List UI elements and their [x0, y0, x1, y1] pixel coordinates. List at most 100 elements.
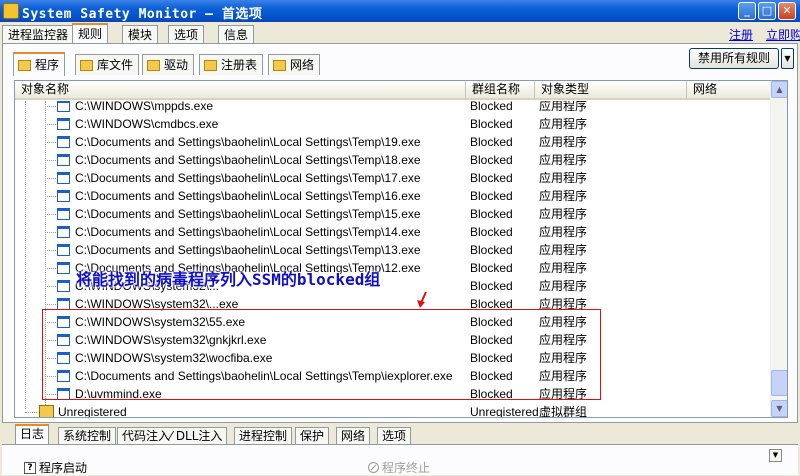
group-name: Blocked — [470, 225, 513, 239]
application-icon — [57, 208, 70, 220]
table-row[interactable]: C:\Documents and Settings\baohelin\Local… — [15, 187, 771, 205]
tab-rules[interactable]: 规则 — [72, 23, 109, 44]
close-button[interactable]: ✕ — [778, 2, 796, 20]
column-network[interactable]: 网络 — [687, 81, 771, 98]
table-row[interactable]: C:\WINDOWS\system32\wocfiba.exe Blocked 应用… — [15, 349, 771, 367]
application-icon — [57, 244, 70, 256]
tab-process-control[interactable]: 进程控制 — [234, 427, 293, 445]
subtab-label: 网络 — [290, 57, 315, 72]
program-start-label: 程序启动 — [39, 461, 88, 475]
column-object-type[interactable]: 对象类型 — [535, 81, 687, 98]
scroll-down-button[interactable]: ▼ — [771, 400, 787, 417]
object-type: 应用程序 — [539, 225, 588, 239]
register-link[interactable]: 注册 — [729, 26, 753, 43]
object-name: C:\Documents and Settings\baohelin\Local… — [75, 243, 421, 257]
tree-branch — [45, 106, 56, 107]
tab-code-injection[interactable]: 代码注入⁄ DLL注入 — [117, 427, 228, 445]
table-row[interactable]: C:\Documents and Settings\baohelin\Local… — [15, 205, 771, 223]
disable-all-rules-button[interactable]: 禁用所有规则 — [689, 48, 779, 69]
application-icon — [57, 370, 70, 382]
table-row[interactable]: D:\uvmmind.exe Blocked 应用程序 — [15, 385, 771, 403]
list-header: 对象名称 群组名称 对象类型 网络 — [15, 81, 771, 100]
application-icon — [57, 172, 70, 184]
application-icon — [57, 262, 70, 274]
table-row[interactable]: C:\Documents and Settings\baohelin\Local… — [15, 241, 771, 259]
application-icon — [57, 298, 70, 310]
program-terminate-filter[interactable]: 程序终止 — [368, 459, 430, 476]
object-type: 虚拟群组 — [539, 405, 588, 418]
application-icon — [57, 334, 70, 346]
tree-branch — [45, 322, 56, 323]
title-bar[interactable]: System Safety Monitor — 首选项 _ □ ✕ — [0, 0, 800, 22]
maximize-button[interactable]: □ — [758, 2, 776, 20]
tree-branch — [45, 340, 56, 341]
table-row[interactable]: C:\WINDOWS\system32\55.exe Blocked 应用程序 — [15, 313, 771, 331]
tree-branch — [45, 394, 56, 395]
tab-modules[interactable]: 模块 — [122, 25, 159, 43]
tab-log-options[interactable]: 选项 — [377, 427, 412, 445]
object-type: 应用程序 — [539, 189, 588, 203]
group-name: Blocked — [470, 171, 513, 185]
application-icon — [57, 190, 70, 202]
object-name: C:\Documents and Settings\baohelin\Local… — [75, 135, 421, 149]
subtab-libraries[interactable]: 库文件 — [75, 54, 140, 75]
group-name: Blocked — [470, 135, 513, 149]
buy-now-link[interactable]: 立即购买 — [766, 26, 800, 43]
subtab-registry[interactable]: 注册表 — [199, 54, 264, 75]
tree-branch — [45, 142, 56, 143]
application-icon — [57, 154, 70, 166]
program-terminate-label: 程序终止 — [382, 461, 431, 475]
table-row[interactable]: C:\WINDOWS\system32\...exe Blocked 应用程序 — [15, 295, 771, 313]
group-name: Blocked — [470, 297, 513, 311]
minimize-button[interactable]: _ — [738, 2, 756, 20]
tab-options[interactable]: 选项 — [168, 25, 205, 43]
object-name: C:\WINDOWS\mppds.exe — [75, 101, 214, 113]
rules-dropdown-button[interactable]: ▼ — [781, 48, 794, 69]
table-row-unregistered[interactable]: Unregistered Unregistered 虚拟群组 — [15, 403, 771, 418]
group-name: Blocked — [470, 101, 513, 113]
column-group-name[interactable]: 群组名称 — [466, 81, 535, 98]
tab-protection[interactable]: 保护 — [295, 427, 330, 445]
table-row[interactable]: C:\Documents and Settings\baohelin\Local… — [15, 133, 771, 151]
tab-network-log[interactable]: 网络 — [336, 427, 371, 445]
object-name: Unregistered — [58, 405, 127, 418]
scroll-up-button[interactable]: ▲ — [771, 81, 787, 98]
object-name: C:\Documents and Settings\baohelin\Local… — [75, 153, 421, 167]
table-row[interactable]: C:\Documents and Settings\baohelin\Local… — [15, 367, 771, 385]
tab-info[interactable]: 信息 — [218, 25, 255, 43]
folder-icon — [204, 59, 217, 71]
object-type: 应用程序 — [539, 333, 588, 347]
group-name: Unregistered — [470, 405, 539, 418]
object-type: 应用程序 — [539, 135, 588, 149]
program-start-filter[interactable]: ? 程序启动 — [24, 459, 87, 476]
rules-list[interactable]: 对象名称 群组名称 对象类型 网络 C:\WINDOWS\mppds.exe Bl… — [14, 80, 788, 418]
table-row[interactable]: C:\WINDOWS\mppds.exe Blocked 应用程序 — [15, 101, 771, 115]
table-row[interactable]: C:\WINDOWS\cmdbcs.exe Blocked 应用程序 — [15, 115, 771, 133]
tab-log[interactable]: 日志 — [15, 424, 50, 445]
main-tab-strip — [0, 22, 800, 44]
table-row[interactable]: C:\Documents and Settings\baohelin\Local… — [15, 223, 771, 241]
object-type: 应用程序 — [539, 261, 588, 275]
object-name: C:\WINDOWS\cmdbcs.exe — [75, 117, 219, 131]
object-name: C:\WINDOWS\system32\wocfiba.exe — [75, 351, 273, 365]
subtab-drivers[interactable]: 驱动 — [142, 54, 195, 75]
object-type: 应用程序 — [539, 297, 588, 311]
object-type: 应用程序 — [539, 153, 588, 167]
column-object-name[interactable]: 对象名称 — [15, 81, 466, 98]
tree-branch — [45, 250, 56, 251]
subtab-network[interactable]: 网络 — [268, 54, 321, 75]
list-rows: C:\WINDOWS\mppds.exe Blocked 应用程序 C:\WINDOW… — [15, 101, 771, 418]
object-type: 应用程序 — [539, 351, 588, 365]
subtab-programs[interactable]: 程序 — [13, 52, 66, 76]
table-row[interactable]: C:\WINDOWS\system32\gnkjkrl.exe Blocked 应用… — [15, 331, 771, 349]
tab-process-monitor[interactable]: 进程监控器 — [2, 25, 75, 43]
table-row[interactable]: C:\Documents and Settings\baohelin\Local… — [15, 169, 771, 187]
group-name: Blocked — [470, 117, 513, 131]
subtab-label: 库文件 — [97, 57, 134, 72]
tab-system-control[interactable]: 系统控制 — [58, 427, 117, 445]
log-dropdown-button[interactable]: ▼ — [769, 449, 782, 462]
folder-icon — [18, 59, 31, 71]
vertical-scrollbar[interactable]: ▲ ▼ — [770, 81, 787, 417]
table-row[interactable]: C:\Documents and Settings\baohelin\Local… — [15, 151, 771, 169]
scroll-thumb[interactable] — [771, 370, 787, 396]
